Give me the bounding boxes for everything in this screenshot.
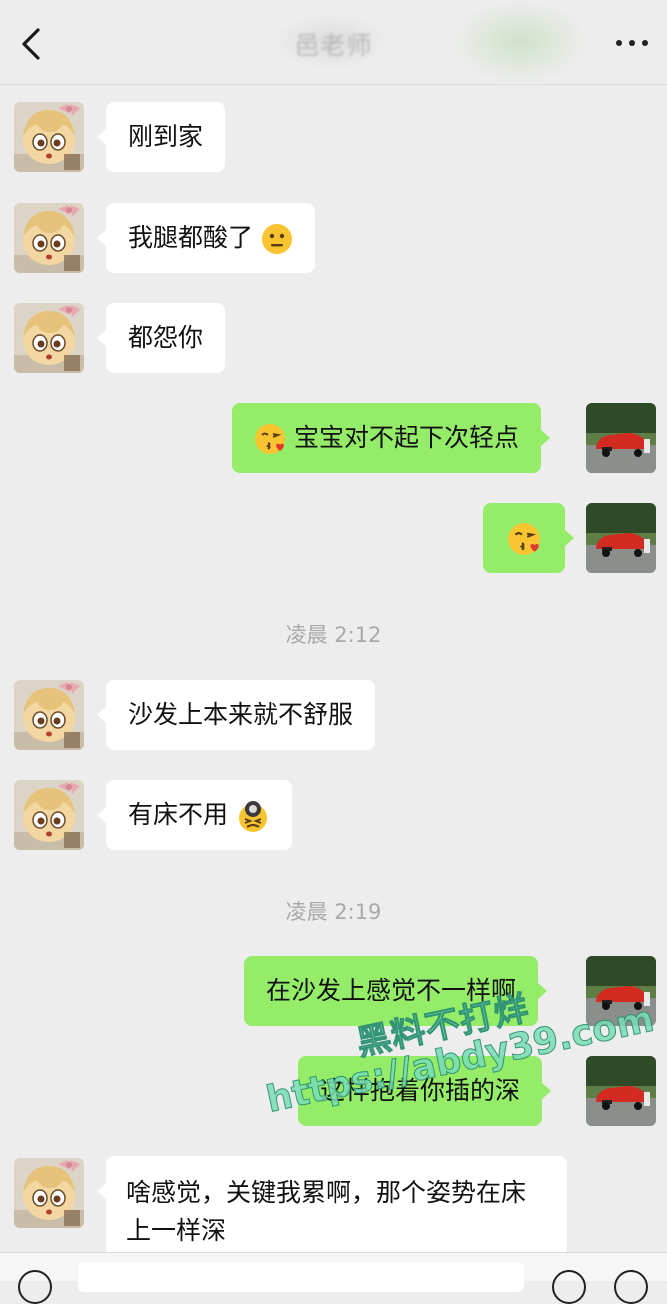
message-text: 沙发上本来就不舒服 (128, 700, 354, 729)
ellipsis-icon (616, 40, 622, 46)
my-avatar[interactable] (586, 403, 656, 473)
message-text: 啥感觉，关键我累啊，那个姿势在床上一样深 (126, 1178, 527, 1245)
voice-icon[interactable] (18, 1270, 52, 1304)
my-avatar[interactable] (586, 503, 656, 573)
emoji-icon[interactable] (552, 1270, 586, 1304)
message-text: 这样抱着你插的深 (320, 1076, 521, 1105)
contact-avatar[interactable] (14, 1158, 84, 1228)
kissing-face-emoji-icon (254, 423, 286, 455)
message-text: 刚到家 (128, 122, 204, 151)
message-bubble-incoming[interactable]: 我腿都酸了 (97, 203, 315, 273)
kissing-face-emoji-icon (507, 522, 541, 556)
message-bubble-incoming[interactable]: 刚到家 (96, 102, 226, 172)
message-bubble-outgoing[interactable] (483, 503, 574, 573)
timestamp: 凌晨 2:19 (285, 900, 382, 924)
contact-avatar[interactable] (14, 303, 84, 373)
message-text: 在沙发上感觉不一样啊 (266, 976, 517, 1005)
message-input[interactable] (78, 1262, 524, 1292)
message-bubble-incoming[interactable]: 啥感觉，关键我累啊，那个姿势在床上一样深 (97, 1156, 567, 1256)
contact-avatar[interactable] (14, 102, 84, 172)
plus-icon[interactable] (614, 1270, 648, 1304)
message-text: 有床不用 (128, 800, 229, 829)
more-button[interactable] (612, 28, 652, 58)
contact-avatar[interactable] (14, 780, 84, 850)
message-bubble-incoming[interactable]: 沙发上本来就不舒服 (96, 680, 376, 750)
message-text: 宝宝对不起下次轻点 (293, 423, 519, 452)
my-avatar[interactable] (586, 1056, 656, 1126)
message-bubble-outgoing[interactable]: 在沙发上感觉不一样啊 (244, 956, 548, 1026)
message-bubble-incoming[interactable]: 有床不用 (97, 780, 292, 850)
message-text: 都怨你 (128, 323, 204, 352)
contact-avatar[interactable] (14, 680, 84, 750)
message-bubble-outgoing[interactable]: 宝宝对不起下次轻点 (232, 403, 550, 473)
frustrated-face-emoji-icon (238, 801, 267, 832)
message-bubble-incoming[interactable]: 都怨你 (96, 303, 226, 373)
chat-title: 邑老师 (294, 31, 373, 60)
my-avatar[interactable] (586, 956, 656, 1026)
contact-avatar[interactable] (14, 203, 84, 273)
top-bar: 邑老师 (0, 0, 667, 85)
message-bubble-outgoing[interactable]: 这样抱着你插的深 (298, 1056, 552, 1126)
timestamp: 凌晨 2:12 (285, 623, 382, 647)
message-text: 我腿都酸了 (128, 223, 254, 252)
neutral-face-emoji-icon (261, 224, 292, 254)
